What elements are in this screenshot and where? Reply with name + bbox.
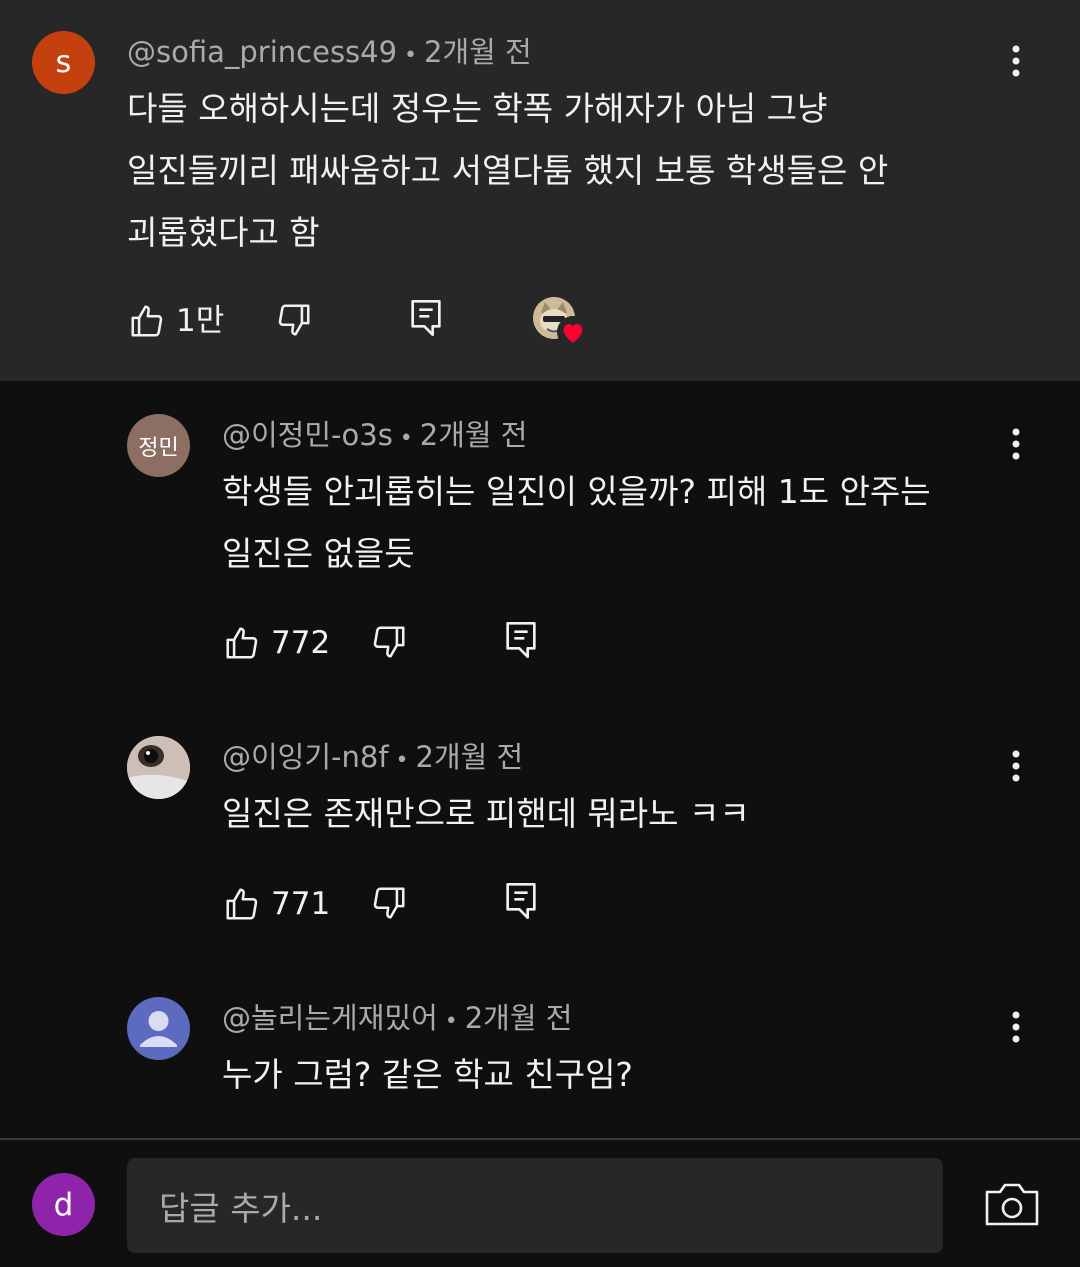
reply-placeholder: 답글 추가... — [159, 1188, 323, 1228]
avatar-default[interactable] — [127, 997, 190, 1060]
reply-icon — [411, 300, 441, 336]
comment-text: 일진은 존재만으로 피핸데 뭐라노 ㅋㅋ — [222, 794, 750, 833]
comment-time[interactable]: 2개월 전 — [424, 35, 532, 69]
more-vertical-icon[interactable] — [996, 997, 1036, 1057]
camera-icon[interactable] — [984, 1180, 1040, 1228]
like-button[interactable]: 772 — [223, 623, 330, 663]
comment-time[interactable]: 2개월 전 — [416, 740, 524, 774]
comment-text: 누가 그럼? 같은 학교 친구임? — [222, 1055, 633, 1094]
more-vertical-icon[interactable] — [996, 736, 1036, 796]
avatar-iinggi[interactable] — [127, 736, 190, 799]
comment-handle[interactable]: @이정민-o3s — [222, 418, 393, 452]
like-icon — [226, 627, 258, 659]
comment-author-line: @놀리는게재밌어 • 2개월 전 — [222, 1001, 573, 1035]
like-count: 1만 — [176, 303, 225, 339]
comment-handle[interactable]: @놀리는게재밌어 — [222, 1001, 438, 1035]
like-count: 771 — [271, 886, 331, 922]
person-icon — [140, 1011, 177, 1047]
comment-text: 다들 오해하시는데 정우는 학폭 가해자가 아님 그냥 일진들끼리 패싸움하고 … — [127, 89, 889, 252]
like-icon — [131, 305, 163, 337]
more-vertical-icon[interactable] — [996, 414, 1036, 474]
reply-icon — [506, 622, 536, 658]
divider — [0, 1138, 1080, 1140]
comment-time[interactable]: 2개월 전 — [420, 418, 528, 452]
dislike-button[interactable] — [370, 623, 408, 661]
avatar-letter: s — [55, 45, 72, 80]
comment-handle[interactable]: @이잉기-n8f — [222, 740, 389, 774]
dislike-button[interactable] — [370, 884, 408, 922]
comment-author-line: @이잉기-n8f • 2개월 전 — [222, 740, 524, 774]
dislike-button[interactable] — [275, 301, 313, 339]
avatar-letter: d — [53, 1186, 74, 1223]
reply-input[interactable]: 답글 추가... — [127, 1158, 943, 1253]
like-button[interactable]: 1만 — [128, 301, 224, 341]
avatar-sofia[interactable]: s — [32, 31, 95, 94]
comment-time[interactable]: 2개월 전 — [465, 1001, 573, 1035]
dislike-icon — [278, 304, 310, 336]
comment-handle[interactable]: @sofia_princess49 — [127, 35, 397, 69]
avatar-jeongmin[interactable]: 정민 — [127, 414, 190, 477]
comment-author-line: @이정민-o3s • 2개월 전 — [222, 418, 528, 452]
like-button[interactable]: 771 — [223, 884, 330, 924]
comment-author-line: @sofia_princess49 • 2개월 전 — [127, 35, 532, 69]
reply-button[interactable] — [504, 881, 538, 921]
user-avatar[interactable]: d — [32, 1173, 95, 1236]
like-icon — [226, 888, 258, 920]
reply-icon — [506, 883, 536, 919]
reply-button[interactable] — [504, 620, 538, 660]
avatar-text: 정민 — [138, 435, 179, 461]
more-vertical-icon[interactable] — [996, 31, 1036, 91]
comment-text: 학생들 안괴롭히는 일진이 있을까? 피해 1도 안주는 일진은 없을듯 — [222, 472, 931, 573]
reply-button[interactable] — [409, 298, 443, 338]
dislike-icon — [373, 626, 405, 658]
like-count: 772 — [271, 625, 331, 661]
creator-heart-icon — [557, 316, 589, 352]
dislike-icon — [373, 887, 405, 919]
